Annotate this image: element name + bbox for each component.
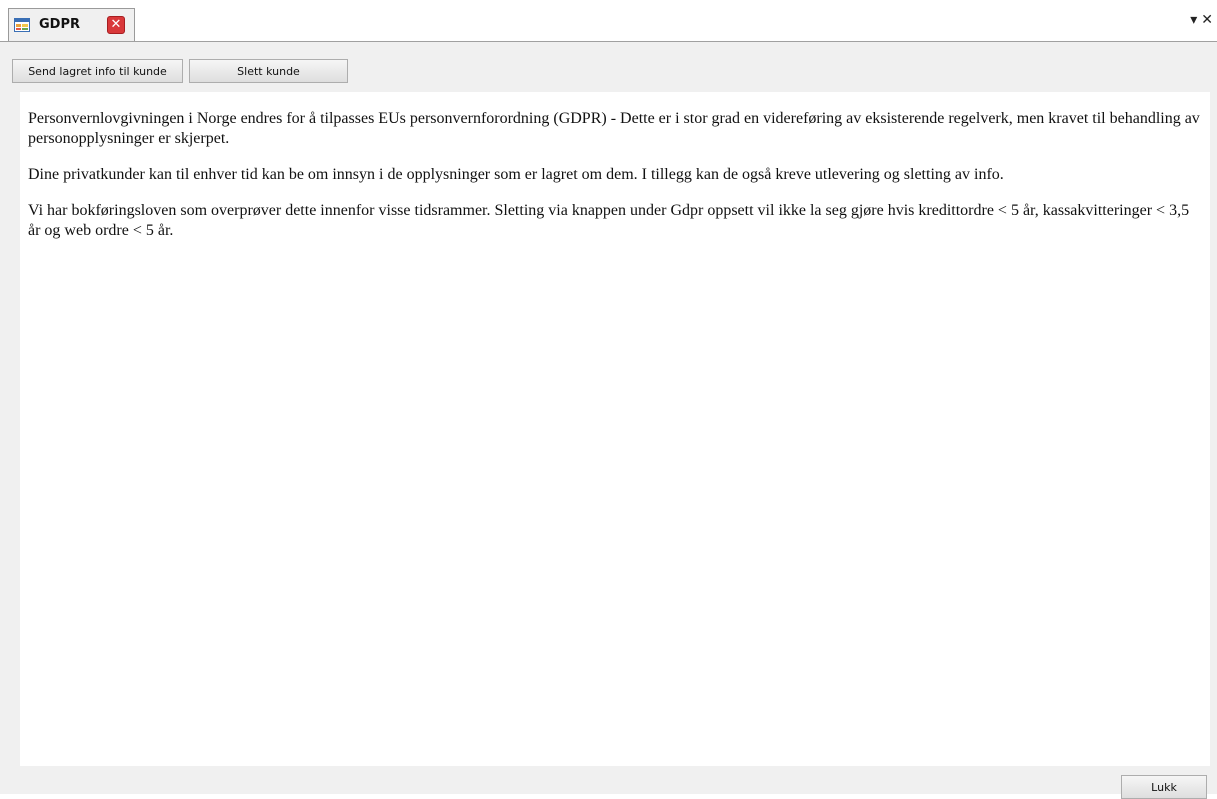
info-paragraph: Personvernlovgivningen i Norge endres fo… [28, 110, 1200, 147]
info-paragraph: Vi har bokføringsloven som overprøver de… [28, 202, 1190, 239]
close-icon[interactable]: ✕ [107, 16, 125, 34]
tab-title: GDPR [39, 17, 80, 32]
delete-customer-button[interactable]: Slett kunde [189, 59, 348, 83]
chevron-down-icon[interactable]: ▾ [1190, 12, 1197, 28]
gdpr-info-text-area[interactable]: Personvernlovgivningen i Norge endres fo… [20, 92, 1210, 766]
tab-strip-divider [0, 41, 1217, 42]
tab-strip-controls: ▾ ✕ [1190, 10, 1213, 30]
send-saved-info-button[interactable]: Send lagret info til kunde [12, 59, 183, 83]
info-paragraph: Dine privatkunder kan til enhver tid kan… [28, 166, 1004, 183]
window-close-icon[interactable]: ✕ [1201, 12, 1213, 28]
tab-strip: GDPR ✕ ▾ ✕ [0, 0, 1217, 42]
form-icon [14, 17, 30, 33]
tab-gdpr[interactable]: GDPR ✕ [8, 8, 135, 41]
close-button[interactable]: Lukk [1121, 775, 1207, 799]
gdpr-window: GDPR ✕ ▾ ✕ Send lagret info til kunde Sl… [0, 0, 1217, 799]
